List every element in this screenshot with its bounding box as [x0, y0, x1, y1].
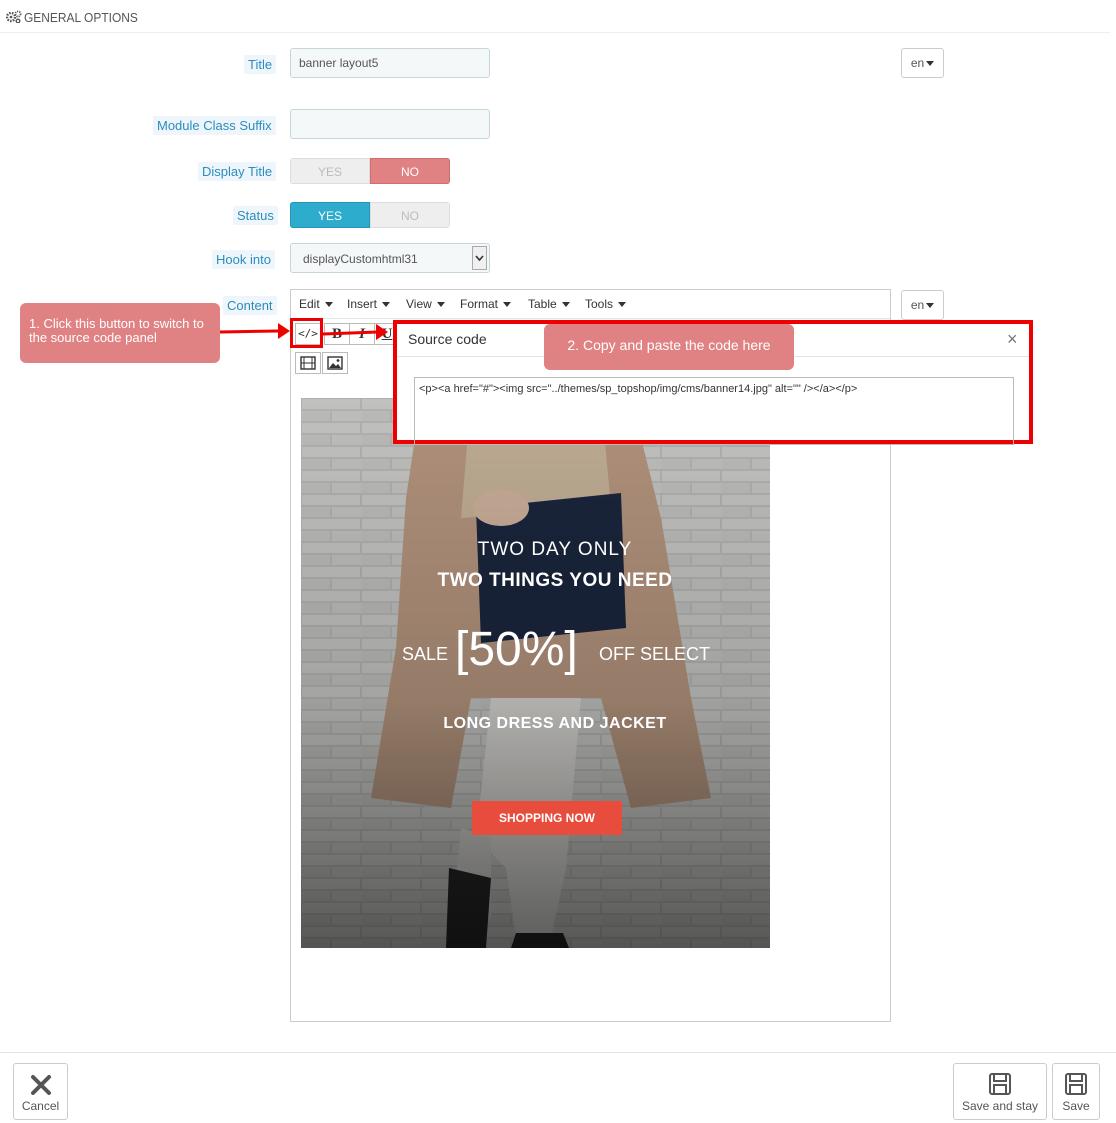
- status-label: Status: [233, 206, 278, 225]
- caret-down-icon: [618, 302, 627, 308]
- banner-sale: SALE: [402, 644, 449, 664]
- editor-menubar: Edit Insert View Format Table Tools: [291, 290, 890, 319]
- save-icon: [1065, 1073, 1087, 1095]
- hook-label: Hook into: [212, 250, 275, 269]
- banner-line4: LONG DRESS AND JACKET: [443, 715, 667, 732]
- source-code-textarea[interactable]: <p><a href="#"><img src="../themes/sp_to…: [414, 377, 1014, 445]
- save-button[interactable]: Save: [1052, 1063, 1100, 1120]
- select-arrow-icon: [472, 246, 487, 270]
- gears-icon: [6, 10, 22, 23]
- banner-image: TWO DAY ONLY TWO THINGS YOU NEED SALE [5…: [301, 398, 770, 948]
- menu-tools[interactable]: Tools: [585, 297, 627, 311]
- menu-insert[interactable]: Insert: [347, 297, 391, 311]
- caret-down-icon: [562, 302, 571, 308]
- banner-off-select: OFF SELECT: [599, 644, 711, 664]
- banner-line2: TWO THINGS YOU NEED: [437, 570, 673, 591]
- save-label: Save: [1062, 1099, 1090, 1113]
- title-input[interactable]: banner layout5: [290, 48, 490, 78]
- caret-down-icon: [325, 302, 334, 308]
- menu-edit[interactable]: Edit: [299, 297, 334, 311]
- close-icon: [30, 1075, 51, 1095]
- menu-table[interactable]: Table: [528, 297, 571, 311]
- banner-percent: [50%]: [455, 623, 578, 676]
- shopping-now-button[interactable]: SHOPPING NOW: [472, 801, 622, 835]
- image-icon: [327, 356, 343, 370]
- save-and-stay-label: Save and stay: [961, 1099, 1039, 1113]
- close-icon[interactable]: ×: [1007, 329, 1018, 350]
- caret-down-icon: [382, 302, 391, 308]
- step1-callout: 1. Click this button to switch to the so…: [20, 303, 220, 363]
- panel-heading: GENERAL OPTIONS: [0, 0, 1110, 33]
- status-yes-option[interactable]: YES: [290, 202, 370, 228]
- panel-footer: Cancel Save and stay Save: [0, 1052, 1116, 1123]
- insert-image-button[interactable]: [322, 352, 348, 374]
- film-icon: [300, 356, 316, 370]
- status-no-option[interactable]: NO: [370, 202, 450, 228]
- status-switch[interactable]: YES NO: [290, 202, 450, 228]
- hook-select-value: displayCustomhtml31: [303, 252, 418, 266]
- content-label: Content: [223, 296, 277, 315]
- insert-video-button[interactable]: [295, 352, 321, 374]
- caret-down-icon: [926, 303, 935, 309]
- arrow-icon: [219, 323, 388, 340]
- suffix-label: Module Class Suffix: [153, 116, 276, 135]
- cancel-button[interactable]: Cancel: [13, 1063, 68, 1120]
- display-title-label: Display Title: [198, 162, 277, 181]
- display-title-switch[interactable]: YES NO: [290, 158, 450, 184]
- language-code: en: [910, 298, 925, 312]
- caret-down-icon: [503, 302, 512, 308]
- step2-callout: 2. Copy and paste the code here: [544, 324, 794, 370]
- title-label: Title: [244, 55, 277, 74]
- display-title-no-option[interactable]: NO: [370, 158, 450, 184]
- suffix-input[interactable]: [290, 109, 490, 139]
- content-language-button[interactable]: en: [901, 290, 944, 320]
- banner-line1: TWO DAY ONLY: [477, 539, 633, 560]
- display-title-yes-option[interactable]: YES: [290, 158, 370, 184]
- save-and-stay-button[interactable]: Save and stay: [953, 1063, 1047, 1120]
- caret-down-icon: [926, 61, 935, 67]
- caret-down-icon: [437, 302, 446, 308]
- menu-view[interactable]: View: [406, 297, 446, 311]
- panel-title: GENERAL OPTIONS: [24, 10, 138, 25]
- title-language-button[interactable]: en: [901, 48, 944, 78]
- menu-format[interactable]: Format: [460, 297, 512, 311]
- cancel-label: Cancel: [21, 1099, 60, 1113]
- dialog-title: Source code: [408, 331, 487, 347]
- language-code: en: [910, 56, 925, 70]
- save-icon: [989, 1073, 1011, 1095]
- hook-select[interactable]: displayCustomhtml31: [290, 243, 490, 273]
